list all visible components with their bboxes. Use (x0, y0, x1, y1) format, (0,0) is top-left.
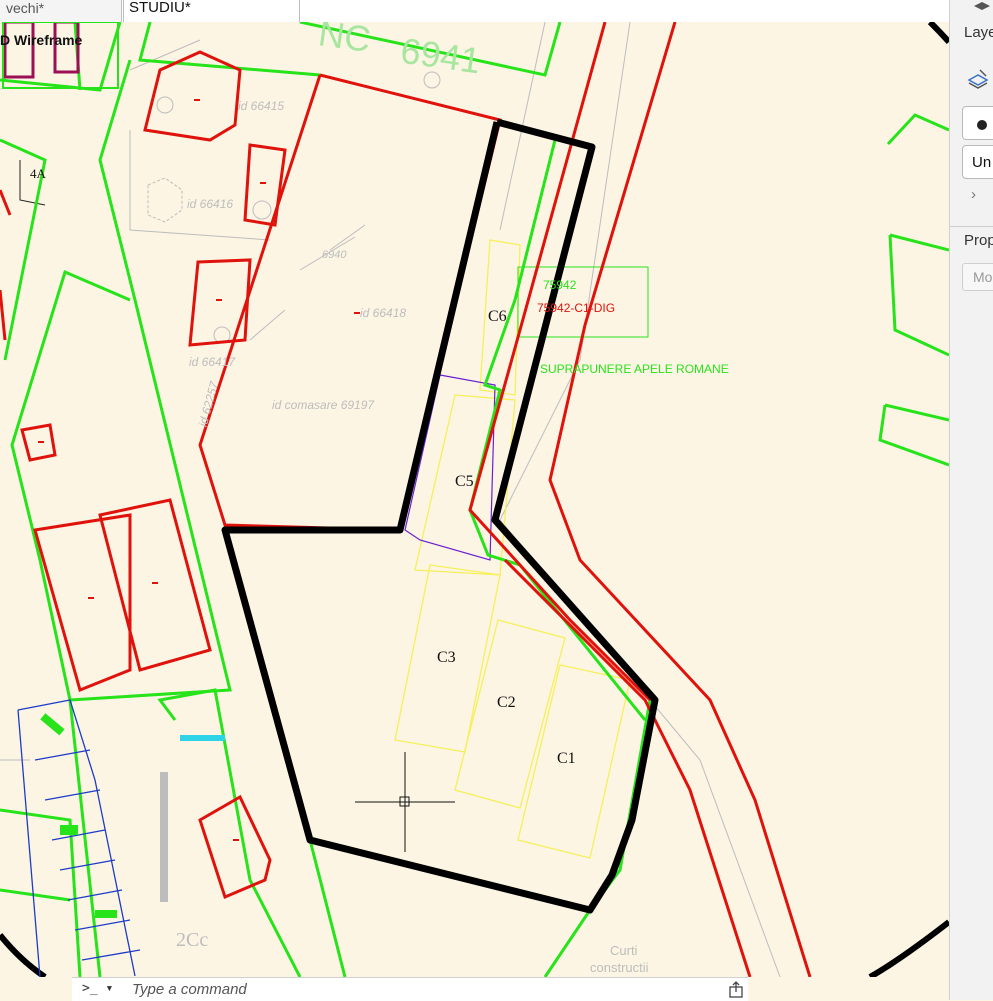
command-prompt-icon[interactable]: >_ ▾ (82, 981, 113, 996)
plot-code-label: 75942 (543, 278, 577, 292)
right-panel: Layers Un › Properties Mo (949, 0, 993, 1000)
building-c6-label: C6 (488, 308, 507, 325)
id-62257-label: id 62257 (196, 379, 222, 428)
overlay-note-label: SUPRAPUNERE APELE ROMANE (540, 362, 729, 376)
layer-state-dropdown[interactable] (962, 106, 993, 140)
command-line-bar: >_ ▾ (72, 977, 748, 1001)
merge-id-label: id comasare 69197 (272, 398, 375, 412)
document-tab-bar: vechi* STUDIU* (0, 0, 949, 23)
zone-code-label: 2Cc (176, 929, 208, 951)
red-building-c (198, 794, 272, 900)
house-number-label: 4A (30, 166, 47, 181)
red-house-2 (243, 143, 287, 227)
layers-title: Layers (964, 24, 993, 41)
properties-select[interactable]: Mo (962, 263, 993, 291)
cyan-marker (180, 735, 225, 741)
grey-annotation-lines (0, 22, 781, 977)
building-c2-label: C2 (497, 694, 516, 711)
circle-arc-bottom-right (868, 919, 949, 977)
layer-name-dropdown[interactable]: Un (962, 145, 993, 179)
yellow-buildings (394, 239, 631, 859)
red-house-3 (188, 258, 252, 347)
nc-6940-label: 6940 (322, 249, 347, 261)
tab-studiu[interactable]: STUDIU* (123, 0, 300, 22)
layer-state-dot-icon (977, 120, 987, 130)
expand-chevron-icon[interactable]: › (971, 186, 976, 203)
building-c3-label: C3 (437, 649, 456, 666)
red-marks (38, 99, 360, 841)
grey-bar (160, 772, 168, 902)
tab-vechi[interactable]: vechi* (0, 0, 122, 22)
id-66416-label: id 66416 (187, 197, 233, 211)
viewport-style-label[interactable]: D Wireframe (0, 32, 82, 48)
id-66417-label: id 66417 (189, 355, 236, 369)
cad-drawing[interactable]: NC 6941 75942 75942-C1-DIG SUPRAPUNERE A… (0, 22, 949, 977)
yards-label-1: Curti (610, 943, 638, 958)
command-input[interactable] (132, 980, 692, 999)
drawing-canvas[interactable]: NC 6941 75942 75942-C1-DIG SUPRAPUNERE A… (0, 22, 949, 977)
red-building-b (98, 498, 212, 672)
panel-divider (950, 226, 993, 227)
main-property-boundary (221, 118, 659, 914)
nc-label: NC (316, 22, 373, 60)
export-icon[interactable] (728, 981, 744, 998)
properties-title: Properties (964, 232, 993, 249)
building-c5-label: C5 (455, 473, 474, 490)
blue-parking-cells (17, 699, 141, 977)
id-66415-label: id 66415 (238, 99, 284, 113)
building-c1-label: C1 (557, 750, 576, 767)
yards-label-2: constructii (590, 960, 649, 975)
plot-code-dig-label: 75942-C1-DIG (537, 301, 615, 315)
green-parcels (0, 22, 949, 977)
nc-number-label: 6941 (398, 30, 483, 82)
layer-manager-icon[interactable] (966, 68, 990, 90)
id-66418-label: id 66418 (360, 306, 406, 320)
crosshair-cursor (355, 752, 455, 852)
layers-stack-icon[interactable] (972, 0, 992, 12)
circle-arc-top-right (927, 22, 949, 45)
